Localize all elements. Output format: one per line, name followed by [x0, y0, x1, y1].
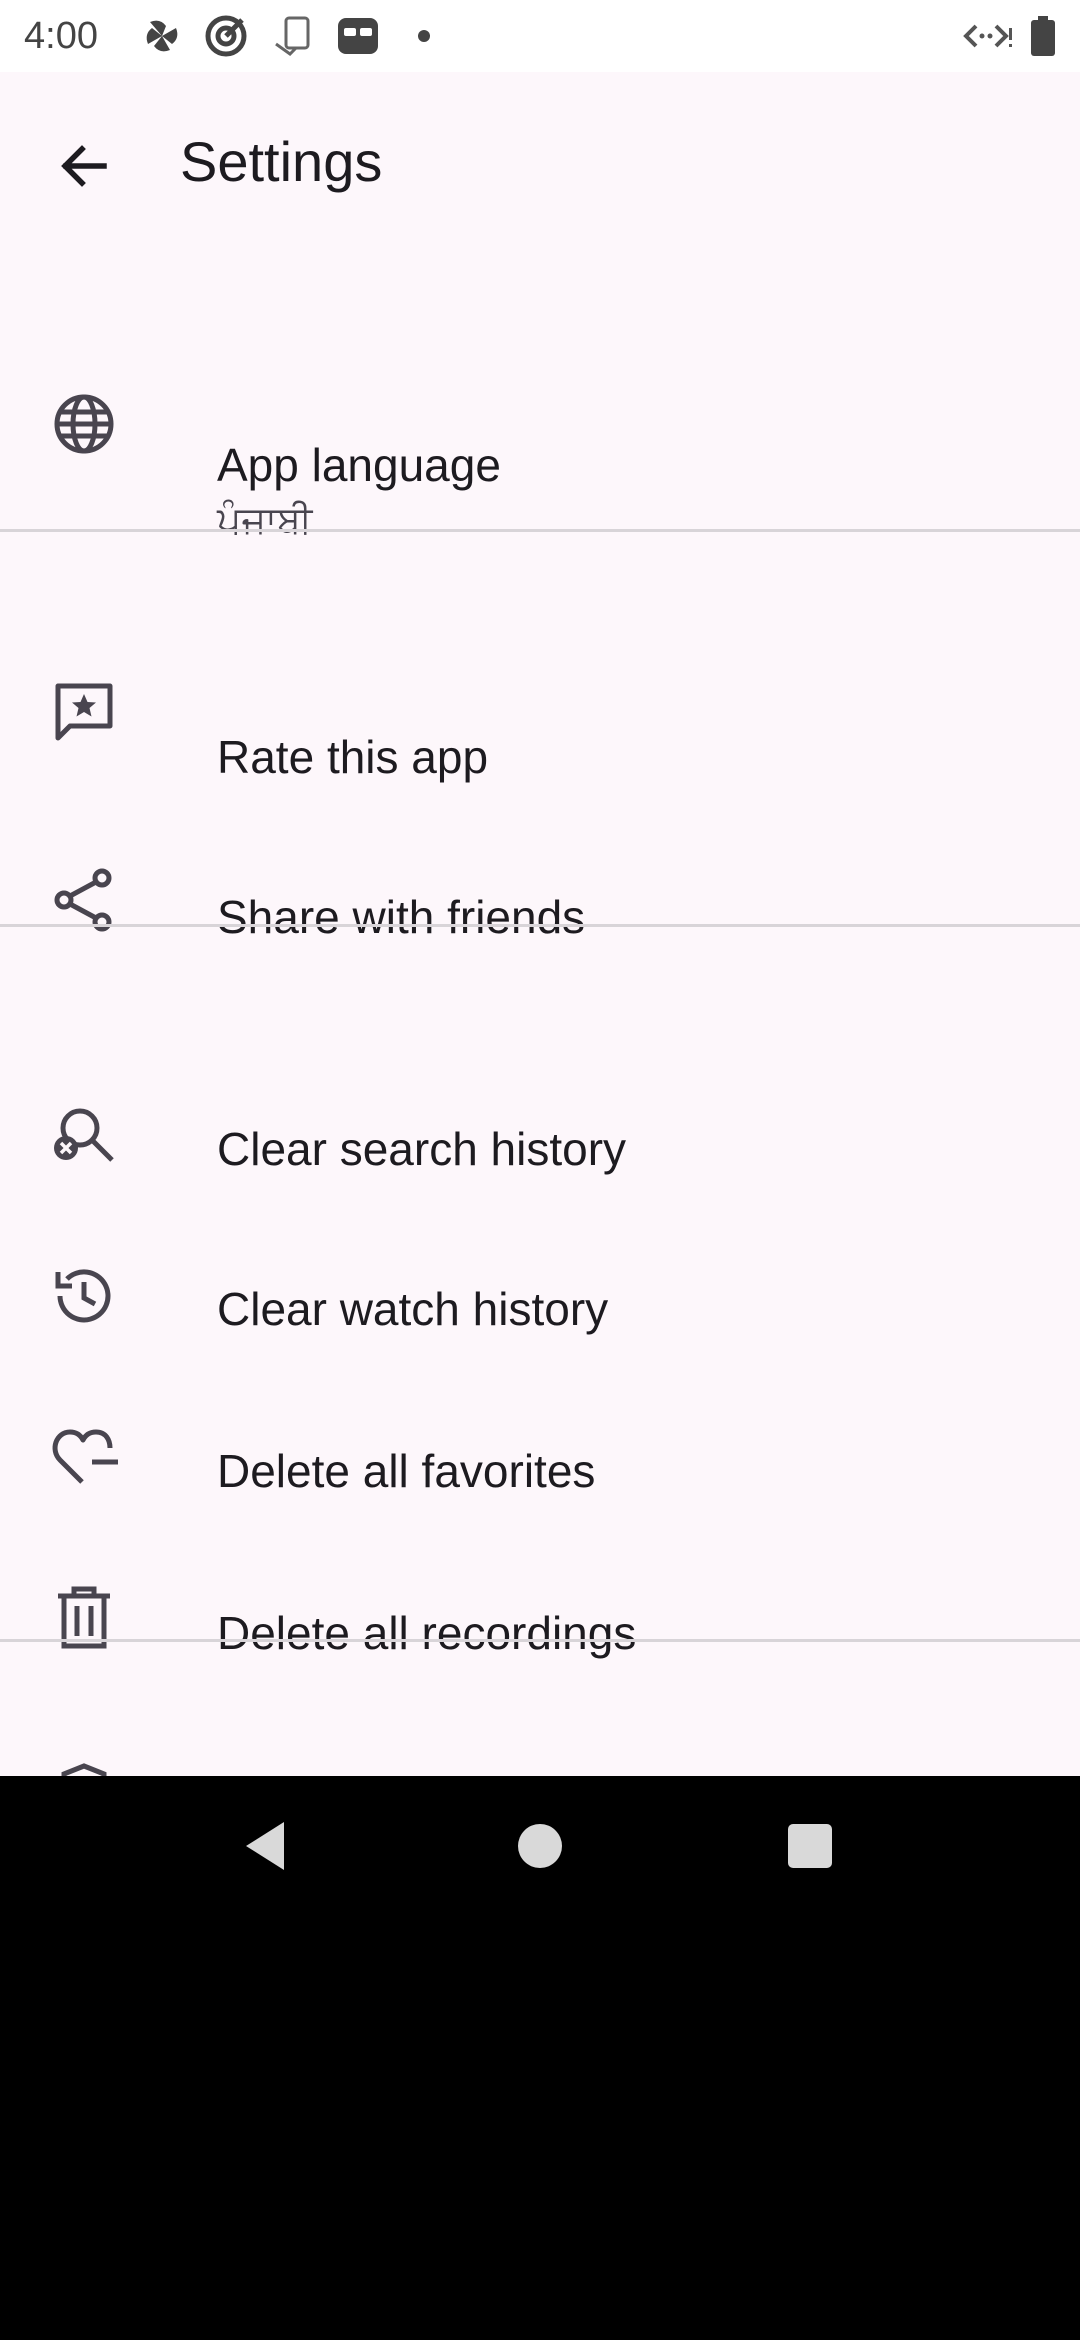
- globe-icon: [50, 390, 118, 458]
- pinwheel-icon: [140, 14, 184, 58]
- screen: 4:00 Settings App language ਪੰਜਾਬੀ Rate t…: [0, 0, 1080, 2340]
- data-saver-icon: [962, 14, 1012, 58]
- heart-minus-icon: [50, 1424, 118, 1492]
- target-icon: [204, 14, 248, 58]
- status-time: 4:00: [24, 15, 98, 57]
- setting-label: Delete all recordings: [217, 1607, 637, 1659]
- setting-clear-watch-history[interactable]: Clear watch history: [0, 1246, 1080, 1396]
- setting-app-language[interactable]: App language ਪੰਜਾਬੀ: [0, 344, 1080, 542]
- history-icon: [50, 1262, 118, 1330]
- mask-icon: [336, 14, 380, 58]
- divider: [0, 529, 1080, 532]
- tablet-icon: [272, 14, 316, 58]
- page-title: Settings: [180, 130, 383, 193]
- setting-share-friends[interactable]: Share with friends: [0, 836, 1080, 986]
- nav-back-button[interactable]: [226, 1806, 306, 1886]
- status-bar: 4:00: [0, 0, 1080, 72]
- navigation-bar: [0, 1776, 1080, 1916]
- battery-icon: [1028, 14, 1072, 58]
- divider: [0, 1639, 1080, 1642]
- nav-recents-icon: [788, 1824, 832, 1868]
- nav-recents-button[interactable]: [770, 1806, 850, 1886]
- nav-back-icon: [246, 1822, 284, 1870]
- setting-label: Rate this app: [217, 731, 489, 783]
- nav-home-button[interactable]: [500, 1806, 580, 1886]
- setting-label: Clear search history: [217, 1123, 627, 1175]
- setting-delete-recordings[interactable]: Delete all recordings: [0, 1570, 1080, 1720]
- setting-delete-favorites[interactable]: Delete all favorites: [0, 1408, 1080, 1558]
- shield-icon: [50, 1762, 118, 1776]
- setting-label: Delete all favorites: [217, 1445, 596, 1497]
- back-button[interactable]: [36, 118, 132, 214]
- setting-label: Clear watch history: [217, 1283, 609, 1335]
- rate-review-icon: [50, 678, 118, 746]
- top-app-bar: Settings: [0, 72, 1080, 240]
- setting-label: Share with friends: [217, 891, 586, 943]
- setting-label: App language: [217, 439, 501, 491]
- divider: [0, 924, 1080, 927]
- nav-home-icon: [518, 1824, 562, 1868]
- setting-clear-search-history[interactable]: Clear search history: [0, 1084, 1080, 1234]
- search-off-icon: [50, 1102, 118, 1170]
- setting-partial-row[interactable]: [0, 1762, 1080, 1776]
- settings-screen: Settings App language ਪੰਜਾਬੀ Rate this a…: [0, 72, 1080, 1776]
- setting-rate-app[interactable]: Rate this app: [0, 678, 1080, 826]
- setting-value: ਪੰਜਾਬੀ: [217, 500, 313, 542]
- dot-icon: [414, 14, 458, 58]
- arrow-back-icon: [61, 145, 107, 187]
